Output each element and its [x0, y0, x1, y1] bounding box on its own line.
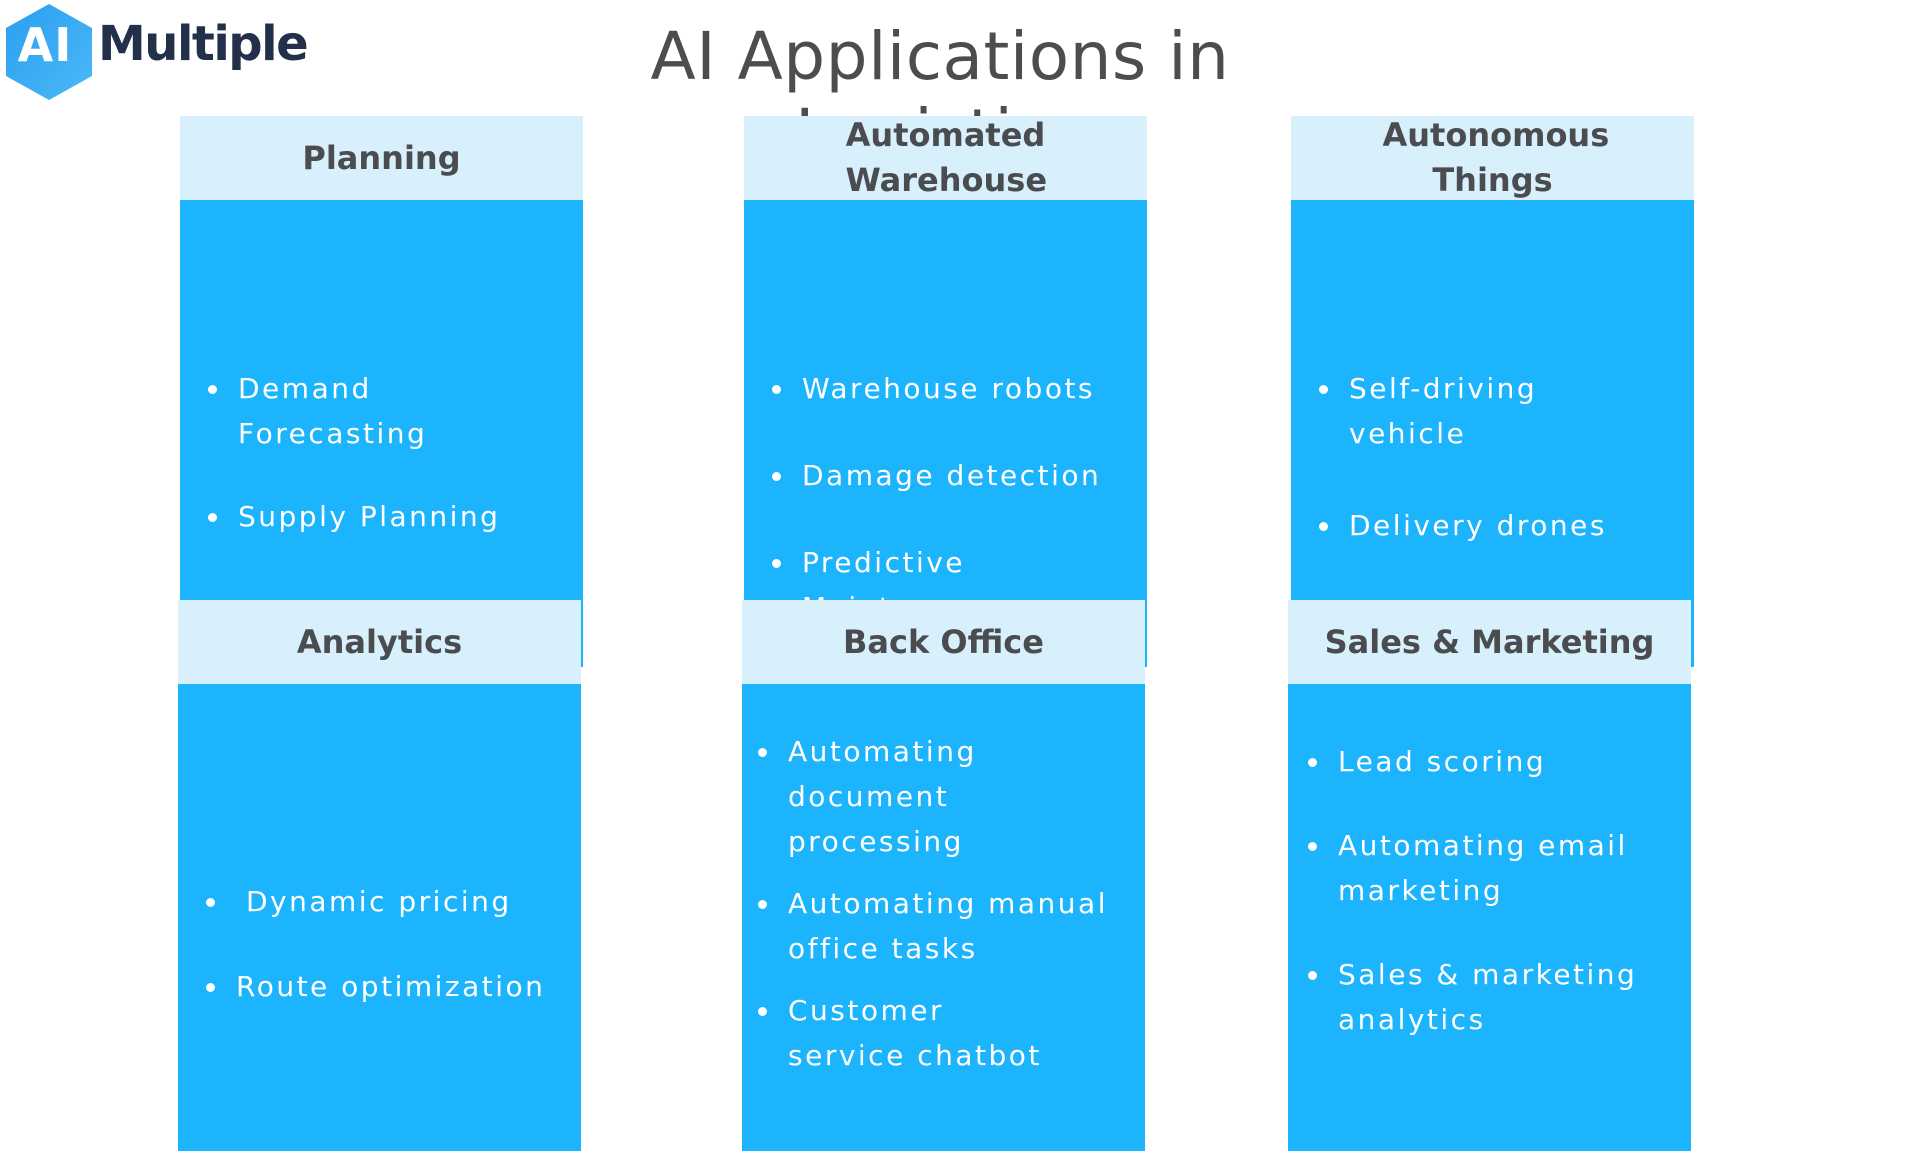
list-item: Lead scoring: [1308, 739, 1677, 784]
card-title-text: Autonomous Things: [1382, 116, 1610, 199]
list-item: Warehouse robots: [772, 366, 1133, 411]
bullet-icon: [772, 385, 781, 394]
item-label: Delivery drones: [1349, 509, 1607, 542]
bullet-icon: [1308, 758, 1317, 767]
card-body: Dynamic pricing Route optimization: [178, 684, 581, 1151]
card-body: Warehouse robots Damage detection Predic…: [744, 200, 1147, 667]
item-label: Self-driving vehicle: [1349, 372, 1538, 450]
item-label: Automating manual office tasks: [788, 887, 1108, 965]
card-title-text: Automated Warehouse: [845, 116, 1048, 199]
item-label: Warehouse robots: [802, 372, 1096, 405]
card-body: Lead scoring Automating email marketing …: [1288, 684, 1691, 1151]
bullet-icon: [1319, 385, 1328, 394]
bullet-icon: [206, 898, 215, 907]
item-label: Supply Planning: [238, 500, 501, 533]
list-item: Dynamic pricing: [206, 879, 567, 924]
list-item: Sales & marketing analytics: [1308, 952, 1677, 1042]
bullet-icon: [206, 983, 215, 992]
list-item: Route optimization: [206, 964, 567, 1009]
card-body: Automating document processing Automatin…: [742, 684, 1145, 1151]
card-title: Analytics: [178, 600, 581, 684]
category-card: Sales & Marketing Lead scoring Automatin…: [1288, 600, 1691, 1151]
card-body: Self-driving vehicle Delivery drones: [1291, 200, 1694, 667]
card-title: Back Office: [742, 600, 1145, 684]
logo-ai-text: AI: [17, 18, 73, 72]
list-item: Customer service chatbot: [758, 988, 1048, 1078]
card-title: Sales & Marketing: [1288, 600, 1691, 684]
bullet-icon: [208, 385, 217, 394]
item-label: Automating email marketing: [1338, 829, 1628, 907]
item-label: Sales & marketing analytics: [1338, 958, 1638, 1036]
list-item: Damage detection: [772, 453, 1133, 498]
item-label: Customer service chatbot: [788, 994, 1042, 1072]
list-item: Automating document processing: [758, 729, 1131, 864]
bullet-icon: [772, 472, 781, 481]
list-item: Self-driving vehicle: [1319, 366, 1549, 456]
item-label: Route optimization: [236, 970, 546, 1003]
item-label: Demand Forecasting: [238, 372, 428, 450]
bullet-icon: [772, 559, 781, 568]
category-card: Automated Warehouse Warehouse robots Dam…: [744, 116, 1147, 667]
bullet-icon: [758, 900, 767, 909]
bullet-icon: [758, 748, 767, 757]
card-title: Automated Warehouse: [744, 116, 1147, 200]
item-label: Damage detection: [802, 459, 1102, 492]
list-item: Demand Forecasting: [208, 366, 569, 456]
bullet-icon: [1308, 971, 1317, 980]
card-body: Demand Forecasting Supply Planning: [180, 200, 583, 667]
list-item: Automating email marketing: [1308, 823, 1677, 913]
bullet-icon: [758, 1007, 767, 1016]
list-item: Automating manual office tasks: [758, 881, 1131, 971]
card-title: Autonomous Things: [1291, 116, 1694, 200]
item-label: Dynamic pricing: [246, 885, 512, 918]
item-label: Automating document processing: [788, 735, 977, 858]
list-item: Delivery drones: [1319, 503, 1680, 548]
category-card: Autonomous Things Self-driving vehicle D…: [1291, 116, 1694, 667]
logo-name: Multiple: [98, 16, 309, 72]
bullet-icon: [208, 513, 217, 522]
item-label: Lead scoring: [1338, 745, 1547, 778]
category-card: Analytics Dynamic pricing Route optimiza…: [178, 600, 581, 1151]
category-card: Planning Demand Forecasting Supply Plann…: [180, 116, 583, 667]
list-item: Supply Planning: [208, 494, 569, 539]
brand-logo[interactable]: AI Multiple: [0, 0, 309, 105]
bullet-icon: [1308, 842, 1317, 851]
card-title: Planning: [180, 116, 583, 200]
bullet-icon: [1319, 522, 1328, 531]
category-card: Back Office Automating document processi…: [742, 600, 1145, 1151]
